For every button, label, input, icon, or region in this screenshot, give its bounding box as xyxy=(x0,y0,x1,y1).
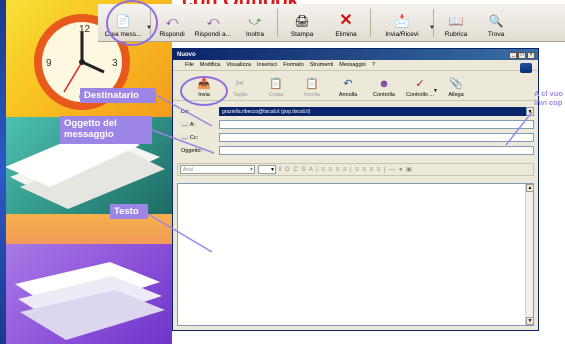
chevron-down-icon[interactable]: ▼ xyxy=(433,88,438,94)
svg-text:3: 3 xyxy=(112,58,118,69)
maximize-button[interactable]: □ xyxy=(518,52,526,59)
find-icon: 🔍 xyxy=(488,13,504,28)
subject-field[interactable] xyxy=(219,146,534,155)
outlook-main-toolbar: 📄 Crea mess... ▼ ⤺ Rispondi ⤺ Rispondi a… xyxy=(98,4,565,42)
menu-messaggio[interactable]: Messaggio xyxy=(339,62,366,68)
address-book-button[interactable]: 📖 Rubrica xyxy=(436,5,476,41)
from-row: Da: graziella.ribecco@tiscali.it (pop.ti… xyxy=(181,105,534,118)
cc-field[interactable] xyxy=(219,133,534,142)
print-button[interactable]: 🖨 Stampa xyxy=(280,5,324,41)
svg-text:9: 9 xyxy=(46,58,52,69)
cut-icon: ✂ xyxy=(235,77,245,90)
scroll-up-icon[interactable]: ▲ xyxy=(526,184,534,192)
highlight-new-message xyxy=(106,0,158,46)
header-fields: Da: graziella.ribecco@tiscali.it (pop.ti… xyxy=(173,101,538,159)
check-names-button[interactable]: ☻ Controlla xyxy=(367,72,401,100)
find-button[interactable]: 🔍 Trova xyxy=(476,5,516,41)
undo-icon: ↶ xyxy=(343,77,353,90)
chevron-down-icon[interactable]: ▼ xyxy=(526,107,534,116)
paste-icon: 📋 xyxy=(305,77,319,90)
address-book-icon[interactable]: 📖 xyxy=(181,135,188,141)
window-title: Nuovo xyxy=(177,51,196,58)
callout-destinatario: Destinatario xyxy=(80,88,156,103)
attach-button[interactable]: 📎 Allega xyxy=(439,72,473,100)
body-scrollbar[interactable]: ▲ ▼ xyxy=(525,184,534,325)
from-label: Da: xyxy=(181,108,190,115)
font-size-select[interactable]: ▼ xyxy=(258,165,276,174)
cc-label: Cc: xyxy=(189,134,199,141)
callout-oggetto: Oggetto del messaggio xyxy=(60,116,152,144)
address-book-icon[interactable]: 📖 xyxy=(181,122,188,128)
window-controls: _ □ × xyxy=(509,52,535,59)
menu-inserisci[interactable]: Inserisci xyxy=(257,62,277,68)
to-row: 📖 A: xyxy=(181,118,534,131)
address-book-icon: 📖 xyxy=(448,13,464,28)
chevron-down-icon: ▼ xyxy=(249,166,254,173)
chevron-down-icon: ▼ xyxy=(270,166,275,173)
forward-icon: ⤻ xyxy=(248,13,262,28)
menu-file[interactable]: File xyxy=(185,62,194,68)
subject-row: Oggetto: xyxy=(181,144,534,157)
subject-label: Oggetto: xyxy=(181,147,203,154)
decorative-image-strip: 12 3 6 9 xyxy=(0,0,172,344)
reply-button[interactable]: ⤺ Rispondi xyxy=(153,5,191,41)
font-select[interactable]: Arial ▼ xyxy=(180,165,255,174)
scroll-down-icon[interactable]: ▼ xyxy=(526,317,534,325)
spelling-icon: ✓ xyxy=(415,77,425,90)
menu-formato[interactable]: Formato xyxy=(283,62,303,68)
menu-strumenti[interactable]: Strumenti xyxy=(310,62,334,68)
forward-button[interactable]: ⤻ Inoltra xyxy=(235,5,275,41)
reply-icon: ⤺ xyxy=(165,13,179,28)
menu-help[interactable]: ? xyxy=(372,62,375,68)
print-icon: 🖨 xyxy=(294,13,310,28)
menu-bar: File Modifica Visualizza Inserisci Forma… xyxy=(173,60,538,71)
window-titlebar: Nuovo xyxy=(173,49,538,60)
windows-logo-icon xyxy=(520,63,532,73)
from-field[interactable]: graziella.ribecco@tiscali.it (pop.tiscal… xyxy=(219,107,526,116)
send-receive-icon: 📩 xyxy=(394,13,410,28)
paste-button[interactable]: 📋 Incolla xyxy=(295,72,329,100)
delete-button[interactable]: ✕ Elimina xyxy=(324,5,368,41)
callout-cc: A cl vuo invi cop xyxy=(534,89,563,107)
menu-modifica[interactable]: Modifica xyxy=(200,62,220,68)
message-body[interactable]: ▲ ▼ xyxy=(177,183,534,326)
compose-toolbar: 📤 Invia ✂ Taglia 📋 Copia 📋 Incolla ↶ Ann… xyxy=(173,71,538,101)
stacked-paper-image xyxy=(0,244,172,344)
copy-icon: 📋 xyxy=(269,77,283,90)
close-button[interactable]: × xyxy=(527,52,535,59)
callout-testo: Testo xyxy=(110,204,148,219)
check-names-icon: ☻ xyxy=(378,77,390,90)
cc-row: 📖 Cc: xyxy=(181,131,534,144)
minimize-button[interactable]: _ xyxy=(509,52,517,59)
highlight-send xyxy=(180,76,228,106)
chevron-down-icon[interactable]: ▼ xyxy=(429,25,435,31)
reply-all-button[interactable]: ⤺ Rispondi a... xyxy=(191,5,235,41)
reply-all-icon: ⤺ xyxy=(206,13,220,28)
send-receive-button[interactable]: 📩 Invia/Ricevi ▼ xyxy=(373,5,435,41)
to-field[interactable] xyxy=(219,120,534,129)
delete-icon: ✕ xyxy=(339,11,353,29)
cut-button[interactable]: ✂ Taglia xyxy=(223,72,257,100)
to-label: A: xyxy=(189,121,196,128)
attach-icon: 📎 xyxy=(449,77,463,90)
format-tools-icons[interactable]: ‖ G C S A | ≡ ≡ ≡ ≡ | ≡ ≡ ≡ ≡ | — ● ▣ xyxy=(279,166,413,173)
formatting-toolbar: Arial ▼ ▼ ‖ G C S A | ≡ ≡ ≡ ≡ | ≡ ≡ ≡ ≡ … xyxy=(177,163,534,176)
spelling-button[interactable]: ✓ Controllo ... ▼ xyxy=(403,72,438,100)
copy-button[interactable]: 📋 Copia xyxy=(259,72,293,100)
left-edge-bar xyxy=(0,0,6,344)
menu-visualizza[interactable]: Visualizza xyxy=(226,62,251,68)
undo-button[interactable]: ↶ Annulla xyxy=(331,72,365,100)
